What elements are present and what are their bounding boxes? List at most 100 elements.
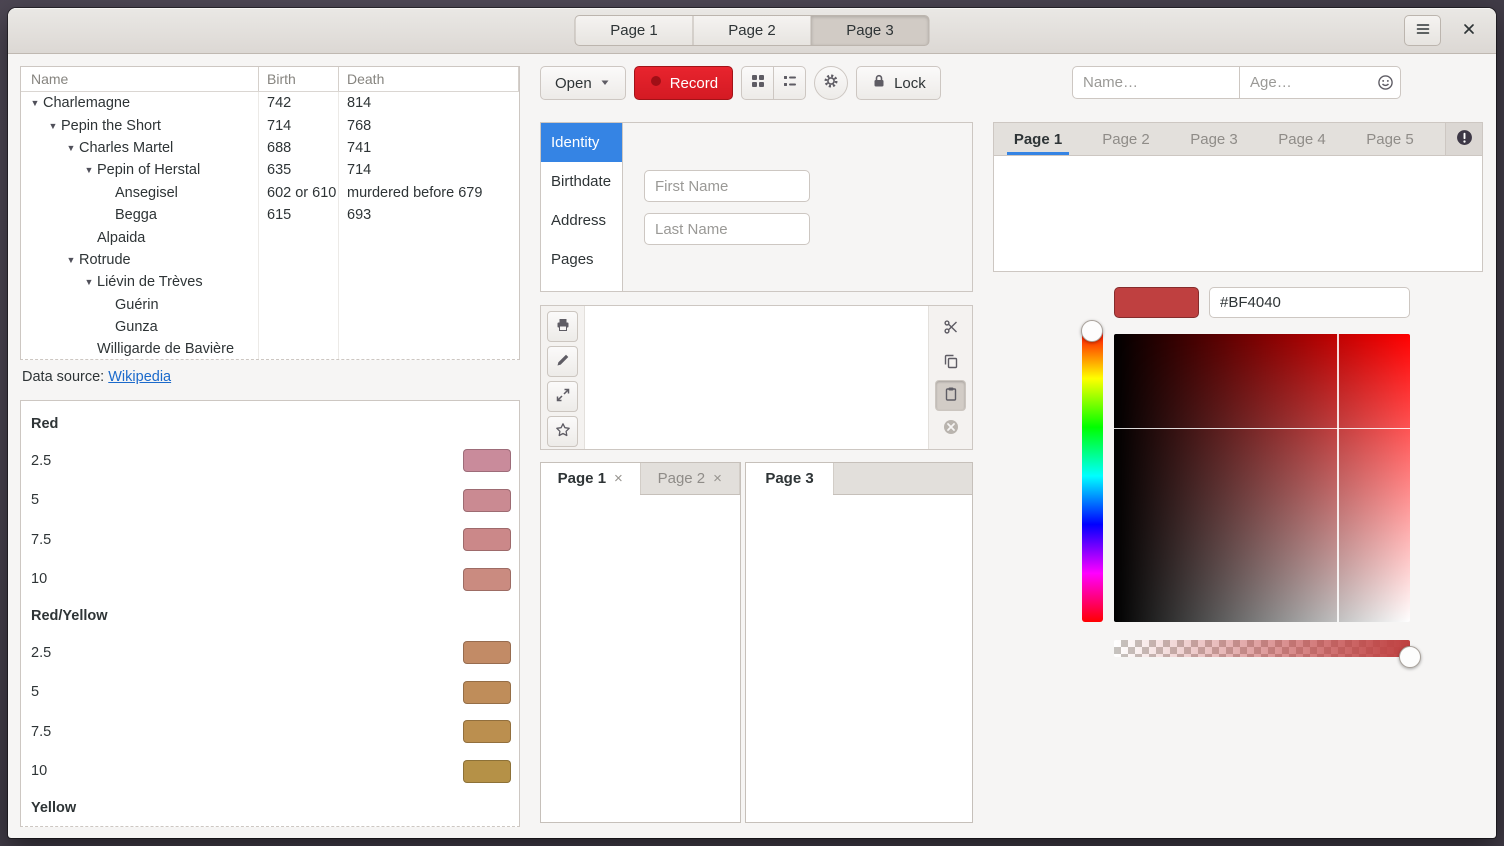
table-row[interactable]: Begga615693 <box>21 204 519 226</box>
tree-expander-icon[interactable]: ▼ <box>81 165 97 175</box>
color-hex-field[interactable] <box>1209 287 1410 318</box>
table-row[interactable]: Gunza <box>21 316 519 338</box>
menu-button[interactable] <box>1404 15 1441 46</box>
color-list-item[interactable]: 7.5 <box>21 520 519 560</box>
tree-expander-icon[interactable]: ▼ <box>45 121 61 131</box>
tree-name-cell: ▼Pepin of Herstal <box>21 159 259 181</box>
table-row[interactable]: Willigarde de Bavière <box>21 338 519 360</box>
edit-button[interactable] <box>547 346 578 377</box>
table-row[interactable]: ▼Rotrude <box>21 249 519 271</box>
emoji-icon[interactable] <box>1377 74 1394 96</box>
close-button[interactable] <box>1456 18 1482 44</box>
tab-page-2[interactable]: Page 2 <box>1082 123 1170 155</box>
tree-name-cell: Gunza <box>21 316 259 338</box>
tab-close-icon[interactable]: × <box>614 471 623 486</box>
color-list-item[interactable]: 2.5 <box>21 633 519 673</box>
header-tab-page-2[interactable]: Page 2 <box>693 15 812 46</box>
table-row[interactable]: ▼Charles Martel688741 <box>21 137 519 159</box>
tab-page-3[interactable]: Page 3 <box>1170 123 1258 155</box>
first-name-field[interactable] <box>644 170 810 202</box>
header-tab-page-1[interactable]: Page 1 <box>575 15 694 46</box>
tree-name-text: Alpaida <box>97 230 145 246</box>
tab-page-5[interactable]: Page 5 <box>1346 123 1434 155</box>
right-notebook-page[interactable] <box>746 495 972 822</box>
hue-slider[interactable] <box>1082 330 1103 622</box>
tab-page-1[interactable]: Page 1× <box>541 463 641 494</box>
tree-death-cell <box>339 316 519 338</box>
last-name-field[interactable] <box>644 213 810 245</box>
lock-button[interactable]: Lock <box>856 66 941 100</box>
table-row[interactable]: ▼Pepin the Short714768 <box>21 114 519 136</box>
delete-button[interactable] <box>936 414 966 444</box>
settings-button[interactable] <box>814 66 848 100</box>
sidebar-item-birthdate[interactable]: Birthdate <box>541 162 622 201</box>
open-button[interactable]: Open <box>540 66 626 100</box>
saturation-value-plane[interactable] <box>1114 334 1410 622</box>
column-header-name[interactable]: Name <box>21 67 259 91</box>
tree-name-cell: Willigarde de Bavière <box>21 338 259 360</box>
sidebar-item-identity[interactable]: Identity <box>541 123 622 162</box>
sidebar-item-address[interactable]: Address <box>541 201 622 240</box>
color-item-swatch <box>463 568 511 591</box>
sidebar-item-pages[interactable]: Pages <box>541 240 622 279</box>
tree-death-cell <box>339 271 519 293</box>
tree-expander-icon[interactable]: ▼ <box>63 255 79 265</box>
color-item-label: 10 <box>31 763 463 779</box>
color-section-heading: Red/Yellow <box>21 599 519 633</box>
wikipedia-link[interactable]: Wikipedia <box>108 369 171 385</box>
error-indicator-button[interactable] <box>1445 123 1482 155</box>
text-view[interactable] <box>540 305 973 450</box>
tab-close-icon[interactable]: × <box>713 471 722 486</box>
record-button[interactable]: Record <box>634 66 733 100</box>
left-notebook-tabs: Page 1×Page 2× <box>541 463 740 495</box>
table-row[interactable]: ▼Pepin of Herstal635714 <box>21 159 519 181</box>
column-header-birth[interactable]: Birth <box>259 67 339 91</box>
family-tree-table: Name Birth Death ▼Charlemagne742814▼Pepi… <box>20 66 520 360</box>
printer-icon <box>555 317 571 336</box>
table-row[interactable]: Alpaida <box>21 226 519 248</box>
favorite-button[interactable] <box>547 416 578 447</box>
copy-icon <box>943 353 959 374</box>
tree-birth-cell <box>259 226 339 248</box>
tab-page-2[interactable]: Page 2× <box>641 463 741 494</box>
header-tab-page-3[interactable]: Page 3 <box>811 15 930 46</box>
tab-page-4[interactable]: Page 4 <box>1258 123 1346 155</box>
alpha-slider[interactable] <box>1114 640 1410 657</box>
name-field[interactable] <box>1072 66 1240 99</box>
color-list-item[interactable]: 2.5 <box>21 441 519 481</box>
tab-page-1[interactable]: Page 1 <box>994 123 1082 155</box>
color-list-item[interactable]: 10 <box>21 752 519 792</box>
table-row[interactable]: Guérin <box>21 294 519 316</box>
column-header-death[interactable]: Death <box>339 67 519 91</box>
paste-button[interactable] <box>935 380 966 411</box>
cut-button[interactable] <box>936 314 966 344</box>
fullscreen-button[interactable] <box>547 381 578 412</box>
color-list-item[interactable]: 10 <box>21 560 519 600</box>
left-notebook-page[interactable] <box>541 495 740 822</box>
hue-slider-handle[interactable] <box>1081 320 1103 342</box>
tree-expander-icon[interactable]: ▼ <box>81 277 97 287</box>
identity-sidebar: IdentityBirthdateAddressPages <box>541 123 623 291</box>
tree-expander-icon[interactable]: ▼ <box>63 143 79 153</box>
header-page-switcher: Page 1Page 2Page 3 <box>575 15 930 46</box>
tree-expander-icon[interactable]: ▼ <box>27 98 43 108</box>
pages-tab-content[interactable] <box>993 156 1483 272</box>
table-row[interactable]: ▼Liévin de Trèves <box>21 271 519 293</box>
grid-view-button[interactable] <box>741 66 774 100</box>
table-row[interactable]: ▼Charlemagne742814 <box>21 92 519 114</box>
print-button[interactable] <box>547 311 578 342</box>
headerbar: Page 1Page 2Page 3 <box>8 8 1496 54</box>
table-row[interactable]: Ansegisel602 or 610murdered before 679 <box>21 182 519 204</box>
pages-tab-bar: Page 1Page 2Page 3Page 4Page 5 <box>993 122 1483 272</box>
copy-button[interactable] <box>936 348 966 378</box>
color-swatch-button[interactable] <box>1114 287 1199 318</box>
alpha-slider-handle[interactable] <box>1399 646 1421 668</box>
tab-page-3[interactable]: Page 3 <box>746 463 834 494</box>
list-view-button[interactable] <box>773 66 806 100</box>
color-list-item[interactable]: 7.5 <box>21 712 519 752</box>
tree-name-text: Charles Martel <box>79 140 173 156</box>
chevron-down-icon <box>599 75 611 92</box>
color-list-item[interactable]: 5 <box>21 673 519 713</box>
color-section-heading: Red <box>21 407 519 441</box>
color-list-item[interactable]: 5 <box>21 481 519 521</box>
